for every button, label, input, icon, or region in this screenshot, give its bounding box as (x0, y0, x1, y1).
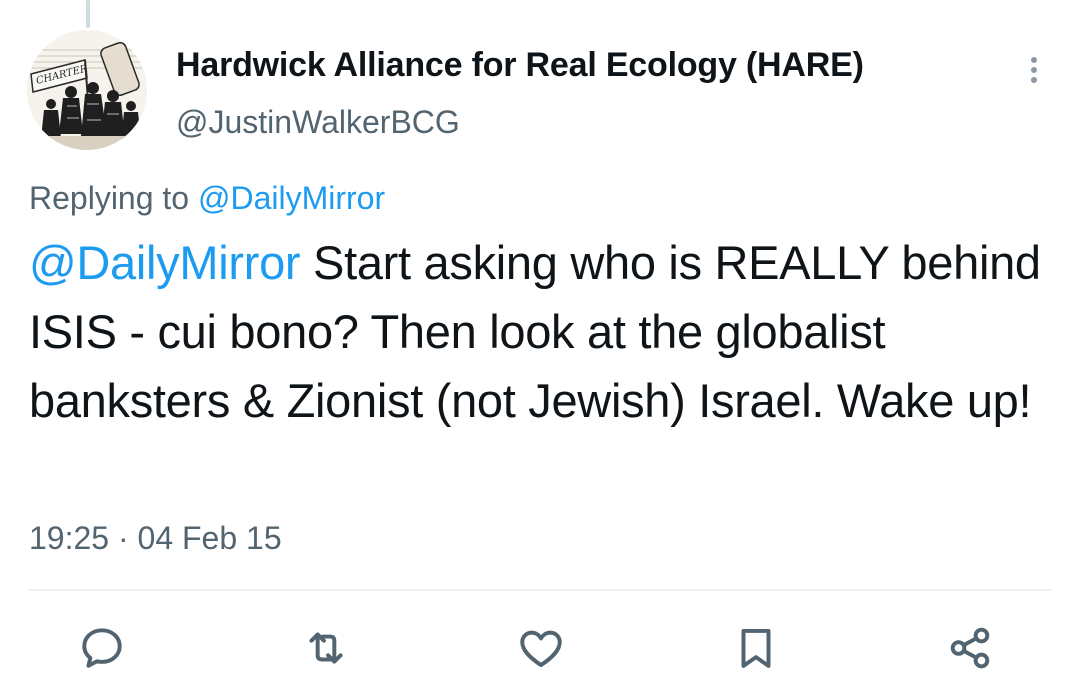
heart-icon (520, 630, 562, 668)
speech-bubble-icon (82, 628, 122, 668)
retweet-button[interactable] (298, 620, 354, 676)
bookmark-button[interactable] (728, 620, 784, 676)
thread-connector-line (86, 0, 90, 28)
avatar[interactable]: CHARTER (27, 30, 147, 150)
more-options-button[interactable] (1012, 48, 1056, 92)
display-name[interactable]: Hardwick Alliance for Real Ecology (HARE… (176, 46, 864, 85)
vertical-ellipsis-icon (1031, 57, 1037, 83)
like-button[interactable] (513, 620, 569, 676)
replying-to-label: Replying to (29, 180, 190, 216)
user-handle[interactable]: @JustinWalkerBCG (176, 104, 460, 141)
tweet-text: @DailyMirror Start asking who is REALLY … (29, 228, 1059, 435)
tweet-timestamp[interactable]: 19:25 · 04 Feb 15 (29, 520, 282, 557)
tweet-mention-link[interactable]: @DailyMirror (29, 236, 301, 289)
share-icon (950, 627, 990, 669)
replying-to-line: Replying to @DailyMirror (29, 180, 385, 217)
actions-divider (29, 589, 1053, 591)
bookmark-icon (741, 628, 771, 668)
replying-to-mention-link[interactable]: @DailyMirror (198, 180, 385, 216)
retweet-icon (309, 632, 343, 664)
reply-button[interactable] (74, 620, 130, 676)
share-button[interactable] (942, 620, 998, 676)
avatar-engraving-image: CHARTER (27, 30, 147, 150)
